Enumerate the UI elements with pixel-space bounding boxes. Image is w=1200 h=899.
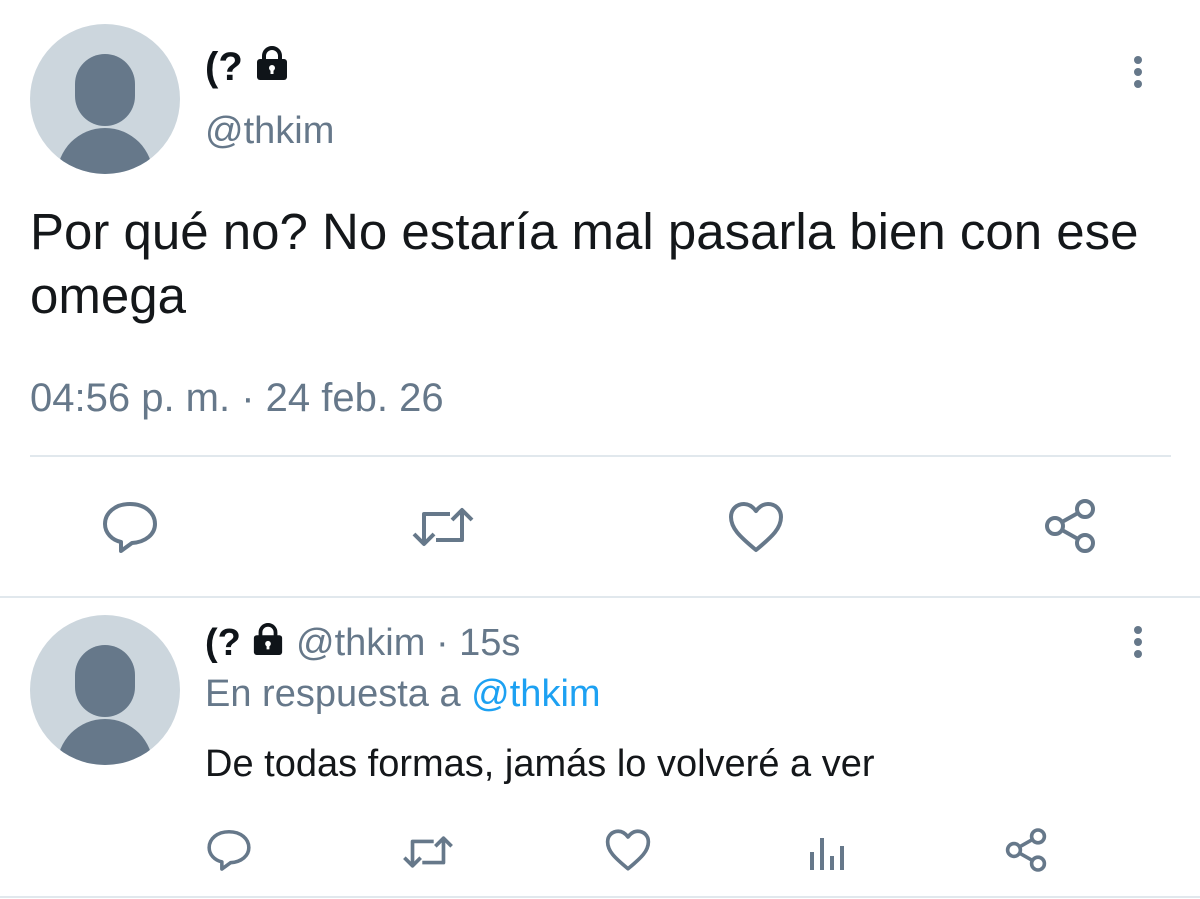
reply-header: (? @thkim · 15s	[205, 620, 520, 666]
reply-handle[interactable]: @thkim	[296, 622, 425, 664]
share-icon[interactable]	[1002, 826, 1050, 874]
reply-tweet-text: De todas formas, jamás lo volveré a ver	[205, 743, 875, 785]
reply-time-ago[interactable]: 15s	[459, 622, 520, 664]
like-icon[interactable]	[727, 500, 785, 554]
main-avatar[interactable]	[30, 24, 180, 174]
main-display-name[interactable]: (?	[205, 44, 290, 90]
lock-icon	[251, 620, 285, 666]
main-divider	[30, 455, 1171, 457]
avatar-body	[57, 128, 153, 174]
reply-icon[interactable]	[101, 500, 159, 554]
replying-to-line: En respuesta a @thkim	[205, 671, 601, 717]
lock-icon	[254, 44, 290, 90]
like-icon[interactable]	[604, 828, 652, 872]
reply-separator: ·	[435, 622, 449, 664]
main-timestamp[interactable]: 04:56 p. m. · 24 feb. 26	[30, 374, 444, 422]
main-handle[interactable]: @thkim	[205, 108, 334, 154]
replying-to-prefix: En respuesta a	[205, 673, 461, 715]
main-tweet-text: Por qué no? No estaría mal pasarla bien …	[30, 203, 1139, 324]
main-display-name-text: (?	[205, 45, 243, 89]
reply-avatar[interactable]	[30, 615, 180, 765]
replying-to-mention[interactable]: @thkim	[471, 673, 600, 715]
reply-icon[interactable]	[206, 828, 252, 872]
retweet-icon[interactable]	[410, 500, 476, 554]
share-icon[interactable]	[1040, 497, 1100, 555]
avatar-head	[75, 54, 135, 126]
avatar-body	[57, 719, 153, 765]
avatar-head	[75, 645, 135, 717]
reply-display-name[interactable]: (?	[205, 622, 241, 664]
section-divider	[0, 596, 1200, 598]
reply-more-options-icon[interactable]	[1128, 622, 1148, 662]
main-more-options-icon[interactable]	[1128, 52, 1148, 92]
analytics-icon[interactable]	[806, 830, 850, 874]
bottom-divider	[0, 896, 1200, 898]
retweet-icon[interactable]	[401, 830, 455, 874]
